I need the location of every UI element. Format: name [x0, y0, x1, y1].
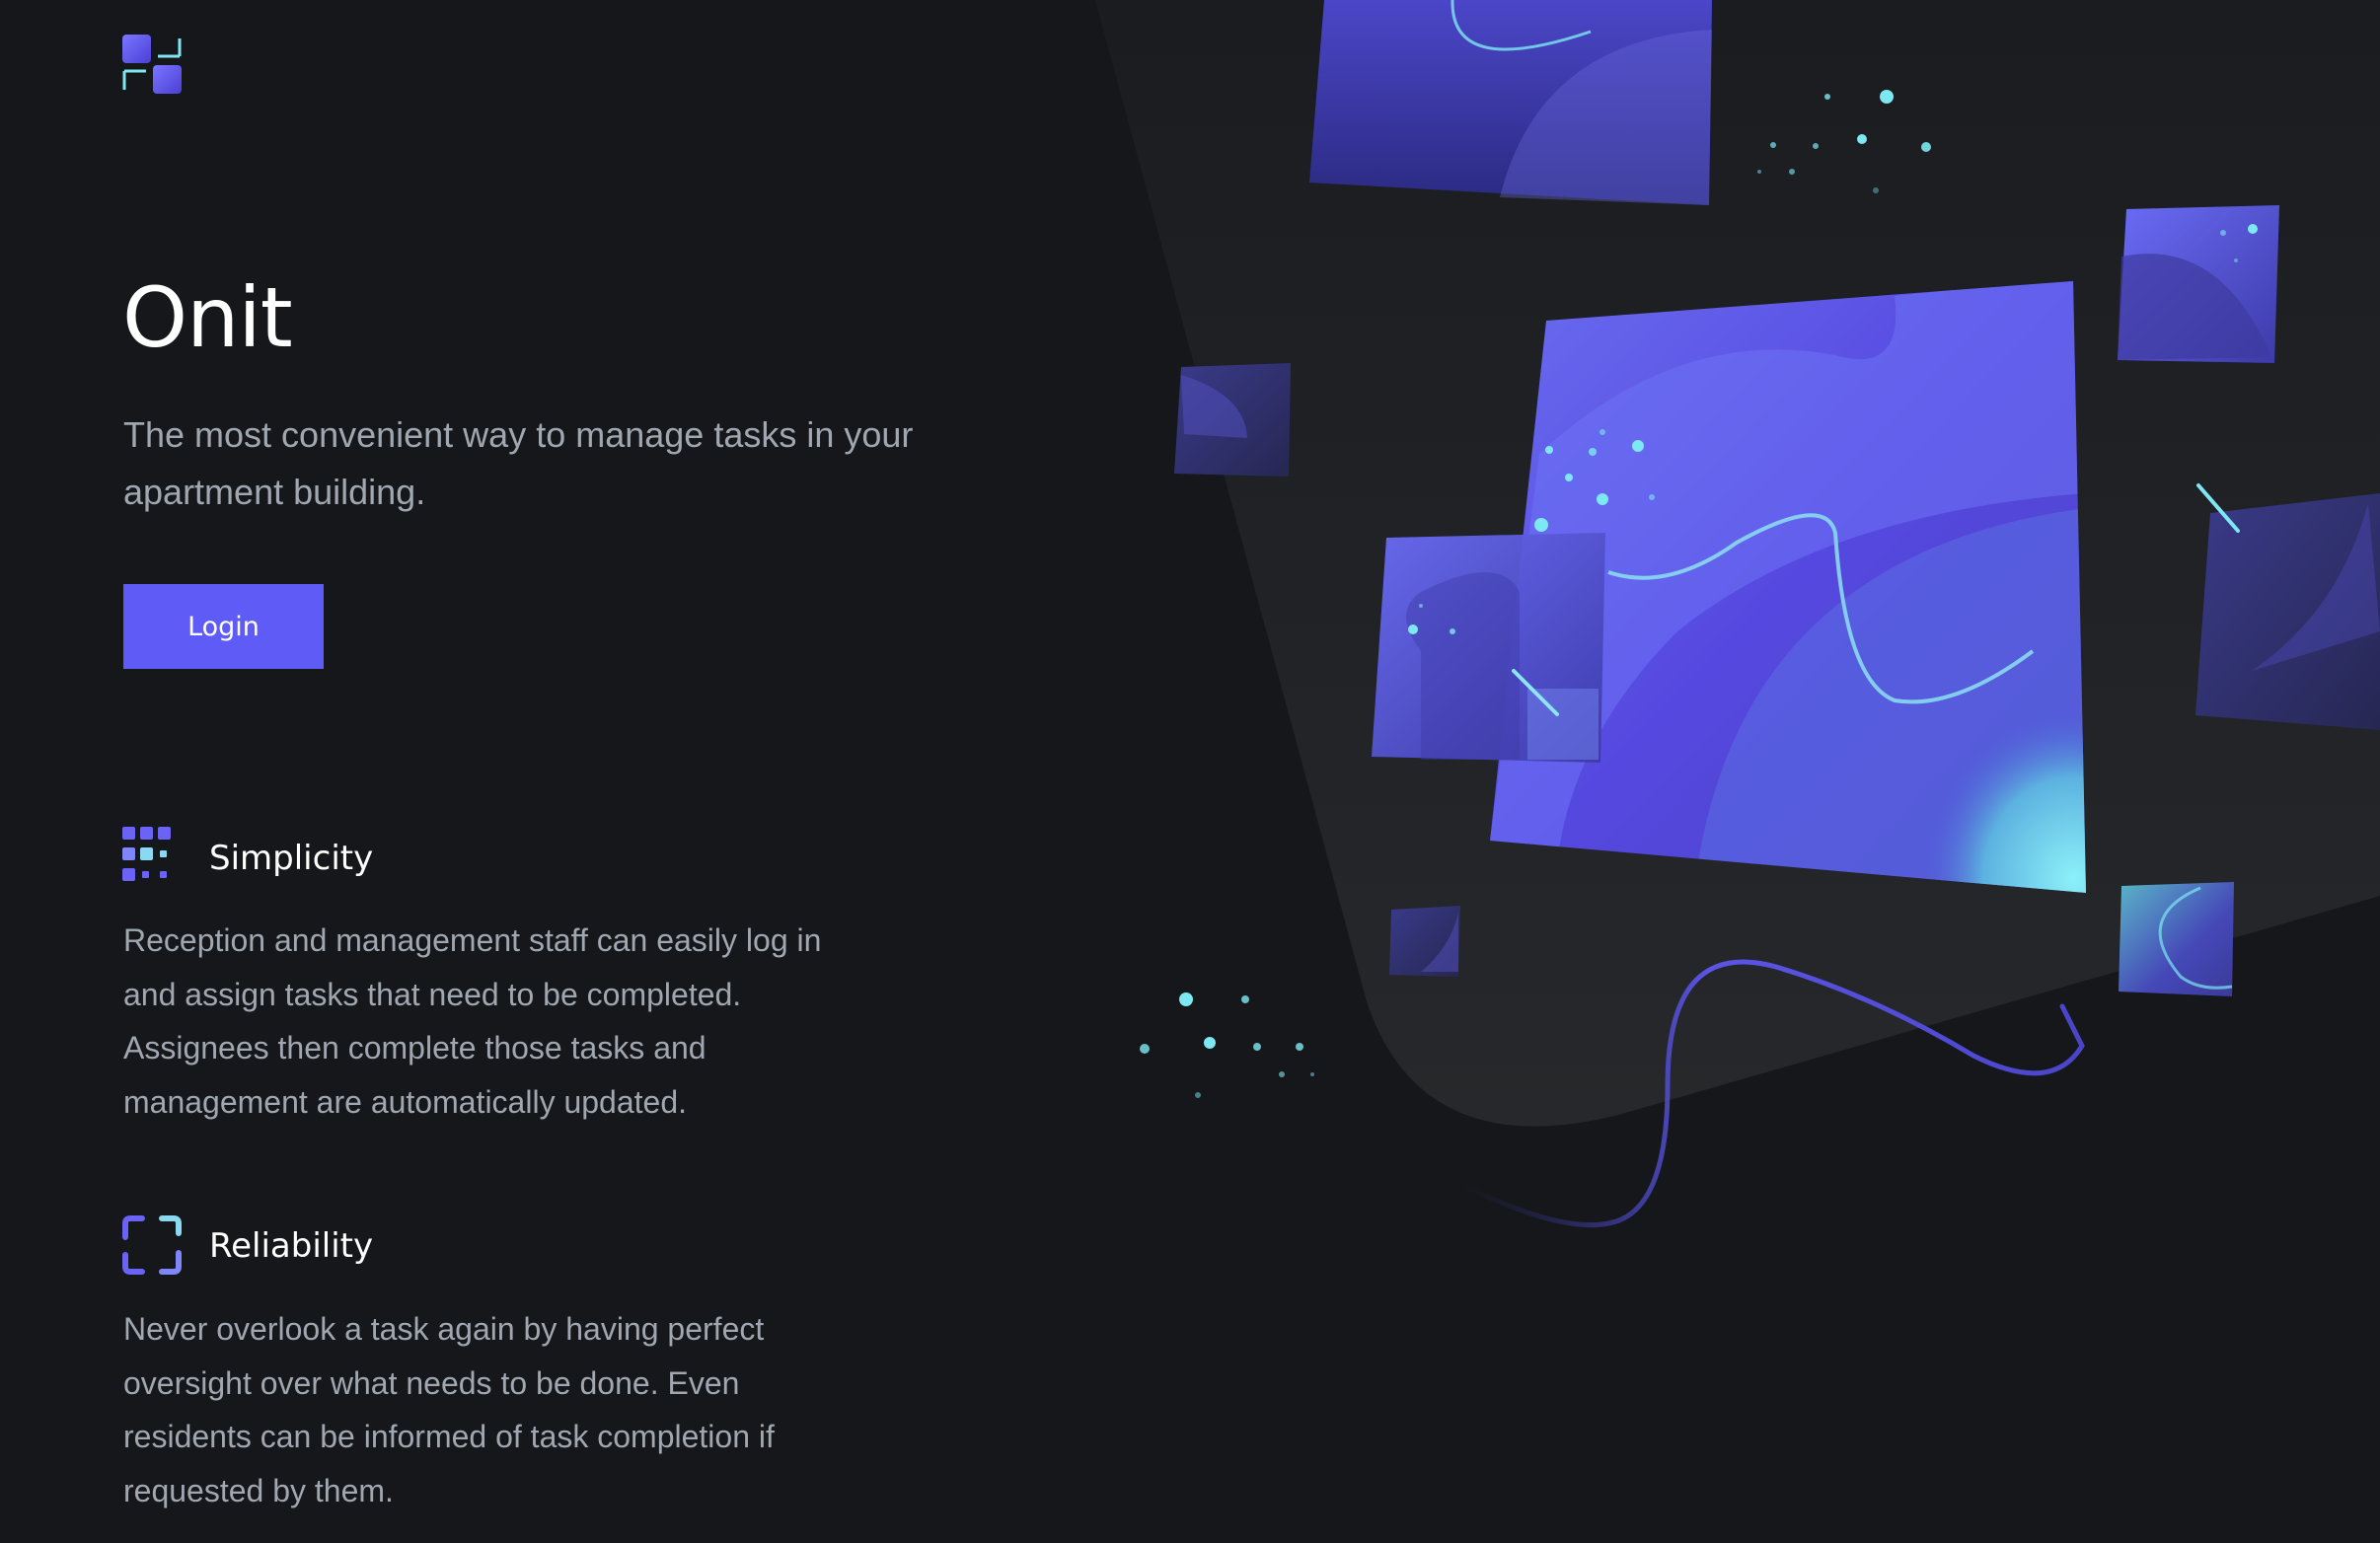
tile-right-edge	[2195, 483, 2380, 730]
feature-text-reliability: Never overlook a task again by having pe…	[123, 1311, 775, 1508]
tagline: The most convenient way to manage tasks …	[123, 414, 914, 512]
login-button[interactable]: Login	[123, 584, 324, 669]
tile-top	[1309, 0, 1712, 205]
dots-grid-icon	[122, 827, 171, 881]
tile-right-top	[2118, 205, 2279, 363]
onit-logo-icon	[122, 35, 182, 94]
focus-frame-icon	[122, 1215, 182, 1275]
feature-text-simplicity: Reception and management staff can easil…	[123, 922, 822, 1120]
tile-left-small	[1174, 363, 1291, 477]
particle-dots-bottom	[1140, 992, 1314, 1098]
feature-title-reliability: Reliability	[209, 1226, 374, 1266]
tile-bottom-small	[1389, 906, 1460, 977]
overlap-card	[1372, 533, 1605, 763]
page-title: Onit	[122, 269, 293, 366]
tile-bottom-right	[2119, 882, 2234, 996]
feature-title-simplicity: Simplicity	[209, 839, 374, 878]
